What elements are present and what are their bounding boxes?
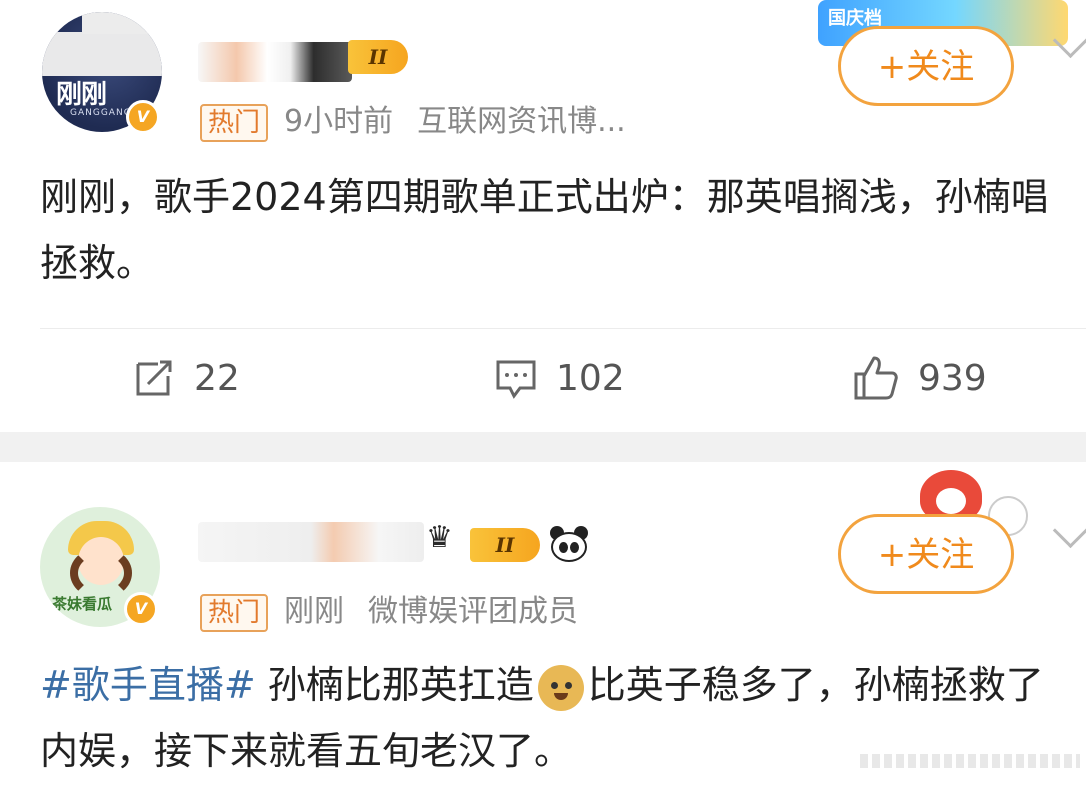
post-time: 9小时前: [284, 104, 394, 139]
post-text-part1: 孙楠比那英扛造: [255, 663, 534, 707]
like-count: 939: [918, 357, 987, 399]
member-level-badge: II: [348, 40, 408, 74]
avatar-hair: [70, 547, 132, 599]
post-content: 刚刚，歌手2024第四期歌单正式出炉：那英唱搁浅，孙楠唱拯救。: [40, 175, 1049, 285]
chevron-down-icon[interactable]: [1052, 512, 1086, 549]
like-icon: [854, 356, 898, 400]
follow-button[interactable]: +关注: [838, 514, 1014, 594]
hot-tag: 热门: [200, 593, 269, 632]
repost-icon: [136, 360, 172, 396]
hot-tag: 热门: [200, 103, 269, 142]
repost-button[interactable]: 22: [132, 348, 240, 408]
post-separator: [0, 432, 1086, 462]
mascot-face: [936, 488, 966, 514]
post-source[interactable]: 互联网资讯博...: [417, 104, 626, 139]
username-blurred[interactable]: [198, 522, 424, 562]
text-fade-lines: [860, 754, 1080, 768]
member-level-badge: II: [470, 528, 540, 562]
comment-button[interactable]: 102: [494, 348, 625, 408]
avatar-blur: [42, 32, 162, 76]
verified-icon: V: [124, 592, 158, 626]
doge-emoji-icon: [537, 664, 584, 711]
avatar-subtext: GANGGANG: [70, 108, 132, 118]
comment-icon: [496, 360, 536, 399]
avatar-text: 茶妹看瓜: [52, 595, 113, 613]
crown-icon: ♛: [426, 520, 453, 555]
like-button[interactable]: 939: [852, 348, 987, 408]
weibo-post-1: 国庆档 刚刚 GANGGANG V II 热门 9小时前 互联网资讯博... +关注…: [0, 0, 1086, 432]
verified-icon: V: [126, 100, 160, 134]
divider: [40, 328, 1086, 329]
panda-icon: [548, 526, 590, 564]
username-blurred[interactable]: [198, 42, 352, 82]
post-meta: 热门 9小时前 互联网资讯博...: [200, 96, 626, 142]
comment-count: 102: [556, 357, 625, 399]
avatar-blur: [82, 12, 162, 34]
avatar-text: 刚刚: [56, 80, 107, 110]
follow-button[interactable]: +关注: [838, 26, 1014, 106]
post-meta: 热门 刚刚 微博娱评团成员: [200, 586, 578, 632]
post-time: 刚刚: [284, 594, 345, 629]
post-source[interactable]: 微博娱评团成员: [368, 594, 578, 629]
hashtag-link[interactable]: #歌手直播#: [40, 663, 256, 707]
repost-count: 22: [194, 357, 240, 399]
